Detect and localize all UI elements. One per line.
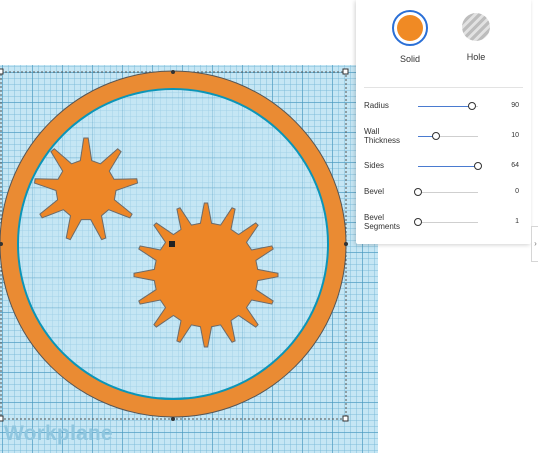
- property-value[interactable]: 90: [489, 102, 519, 109]
- property-value[interactable]: 64: [489, 162, 519, 169]
- property-label: Wall Thickness: [364, 127, 401, 145]
- slider-knob[interactable]: [432, 132, 440, 140]
- handle-bottom-left: [0, 415, 4, 422]
- property-label: Radius: [364, 101, 389, 110]
- property-value[interactable]: 1: [489, 218, 519, 225]
- hole-label: Hole: [466, 52, 486, 62]
- radius-slider[interactable]: [418, 102, 478, 110]
- wall-thickness-slider[interactable]: [418, 132, 478, 140]
- slider-knob[interactable]: [414, 218, 422, 226]
- sides-slider[interactable]: [418, 162, 482, 170]
- property-row-radius: Radius 90: [364, 101, 519, 125]
- solid-label: Solid: [399, 54, 420, 64]
- hole-mode-button[interactable]: Hole: [451, 10, 501, 62]
- height-handle[interactable]: [169, 241, 175, 247]
- panel-divider: [364, 87, 523, 88]
- handle-top-right: [342, 68, 349, 75]
- property-row-bevel-segments: Bevel Segments 1: [364, 213, 519, 237]
- property-label: Sides: [364, 161, 385, 170]
- large-gear-shape[interactable]: [133, 202, 279, 348]
- chevron-right-icon[interactable]: ›: [531, 226, 538, 262]
- handle-bottom-mid: [171, 417, 175, 421]
- workplane-label: Workplane: [4, 422, 113, 445]
- shape-properties-panel: Solid Hole Radius 90 Wall Thickness 10 S…: [356, 0, 531, 244]
- bevel-segments-slider[interactable]: [414, 218, 478, 226]
- handle-top-mid: [171, 70, 175, 74]
- property-row-wall-thickness: Wall Thickness 10: [364, 127, 519, 151]
- slider-fill: [418, 106, 472, 107]
- property-row-sides: Sides 64: [364, 161, 519, 185]
- property-label: Bevel: [364, 187, 385, 196]
- slider-fill: [418, 166, 478, 167]
- solid-mode-button[interactable]: Solid: [385, 10, 435, 64]
- property-value[interactable]: 10: [489, 132, 519, 139]
- hole-pattern-swatch: [462, 13, 490, 41]
- property-value[interactable]: 0: [489, 188, 519, 195]
- hole-swatch-ring: [459, 10, 493, 44]
- handle-top-left: [0, 68, 4, 75]
- slider-knob[interactable]: [414, 188, 422, 196]
- property-row-bevel: Bevel 0: [364, 187, 519, 211]
- property-label: Bevel Segments: [364, 213, 401, 231]
- bevel-slider[interactable]: [414, 188, 478, 196]
- handle-right-mid: [344, 242, 348, 246]
- slider-knob[interactable]: [474, 162, 482, 170]
- handle-bottom-right: [342, 415, 349, 422]
- solid-color-swatch: [397, 15, 423, 41]
- solid-swatch-ring: [392, 10, 428, 46]
- slider-knob[interactable]: [468, 102, 476, 110]
